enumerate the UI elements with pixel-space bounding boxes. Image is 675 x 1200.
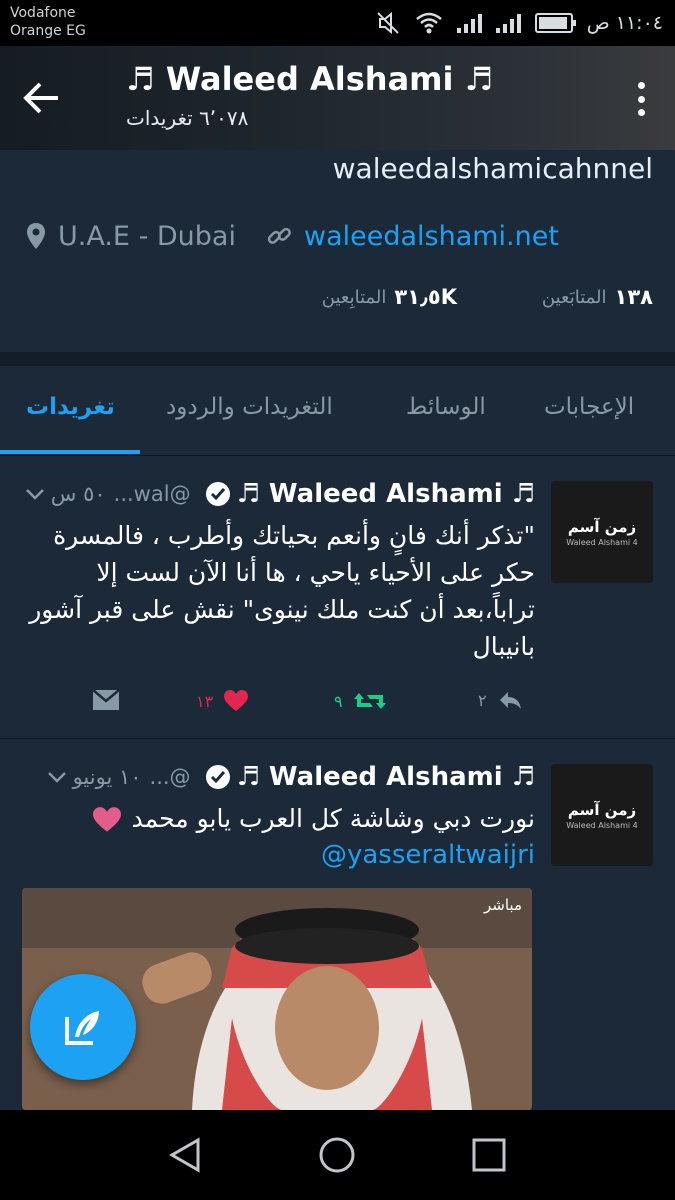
tweet-text-content: نورت دبي وشاشة كل العرب يابو محمد <box>131 804 535 833</box>
tweet-time: ١٠ يونيو <box>72 765 142 789</box>
signal-icon <box>495 13 521 33</box>
tweet-author-name[interactable]: ♬ Waleed Alshami ♬ <box>237 762 535 792</box>
profile-name-title: ♬ Waleed Alshami ♬ <box>126 60 494 98</box>
system-navigation-bar <box>0 1110 675 1200</box>
clock: ١١:٠٤ ص <box>586 12 663 34</box>
retweet-button[interactable]: ٩ <box>334 689 387 713</box>
nav-recents-icon[interactable] <box>470 1136 508 1174</box>
wifi-icon <box>415 12 442 34</box>
envelope-icon <box>92 689 120 710</box>
profile-details: U.A.E - Dubai waleedalshami.net <box>26 216 559 256</box>
tab-media[interactable]: الوسائط <box>406 394 486 420</box>
like-count: ١٣ <box>196 691 214 711</box>
carrier-label: Vodafone Orange EG <box>10 4 86 40</box>
reply-button[interactable]: ٢ <box>478 689 523 711</box>
verified-badge-icon <box>205 482 230 506</box>
mention-link[interactable]: @yasseraltwaijri <box>321 840 535 870</box>
carrier-line1: Vodafone <box>10 5 76 21</box>
followers-count: ٣١٫٥K <box>394 285 457 309</box>
tweet-text: نورت دبي وشاشة كل العرب يابو محمد <box>15 800 535 837</box>
reply-icon <box>499 692 521 709</box>
section-divider <box>0 352 675 366</box>
following-label: المتابَعين <box>541 286 607 308</box>
profile-tabs: تغريدات التغريدات والردود الوسائط الإعجا… <box>0 366 675 456</box>
like-button[interactable]: ١٣ <box>196 689 249 713</box>
following-count: ١٣٨ <box>614 285 653 309</box>
signal-icon <box>456 13 482 33</box>
retweet-icon <box>353 693 386 709</box>
battery-icon <box>534 13 576 33</box>
tab-tweets[interactable]: تغريدات <box>26 394 115 420</box>
tweet-time: ٥٠ س <box>50 482 106 506</box>
heart-icon <box>224 690 249 711</box>
tweet-author-name[interactable]: ♬ Waleed Alshami ♬ <box>237 479 535 509</box>
tweet-item[interactable]: زمن آسم Waleed Alshami 4 ♬ Waleed Alsham… <box>0 457 675 739</box>
back-arrow-icon <box>23 82 58 114</box>
tweet-text: "تذكر أنك فانٍ وأنعم بحياتك وأطرب ، فالم… <box>29 521 535 661</box>
compose-tweet-button[interactable] <box>30 974 136 1080</box>
retweet-count: ٩ <box>334 691 343 711</box>
followers-label: المتابِعين <box>321 286 387 308</box>
direct-message-button[interactable] <box>92 689 120 711</box>
heart-emoji-icon <box>92 807 121 832</box>
avatar[interactable]: زمن آسم Waleed Alshami 4 <box>551 481 653 583</box>
tweet-handle: @wal... <box>113 482 191 506</box>
tab-likes[interactable]: الإعجابات <box>544 394 634 420</box>
mute-icon <box>377 11 399 35</box>
chevron-down-icon[interactable] <box>47 770 67 784</box>
overflow-menu-button[interactable] <box>635 82 647 116</box>
carrier-line2: Orange EG <box>10 23 86 39</box>
link-icon <box>267 227 291 244</box>
nav-back-icon[interactable] <box>166 1136 204 1174</box>
live-badge: مباشر <box>484 896 522 914</box>
followers-stat[interactable]: ٣١٫٥K المتابِعين <box>322 282 457 312</box>
tweet-handle: @... <box>149 765 191 789</box>
tab-tweets-replies[interactable]: التغريدات والردود <box>166 394 333 420</box>
status-bar: Vodafone Orange EG ١١:٠٤ ص <box>0 0 675 46</box>
profile-bio: waleedalshamicahnnel <box>332 152 653 185</box>
nav-home-icon[interactable] <box>318 1136 356 1174</box>
following-stat[interactable]: ١٣٨ المتابَعين <box>542 282 653 312</box>
reply-count: ٢ <box>478 690 487 710</box>
tweet-header: ♬ Waleed Alshami ♬ @wal... ٥٠ س <box>25 477 535 511</box>
compose-feather-icon <box>65 1011 99 1045</box>
verified-badge-icon <box>205 765 230 789</box>
profile-website-link[interactable]: waleedalshami.net <box>304 221 559 252</box>
chevron-down-icon[interactable] <box>25 487 45 501</box>
location-pin-icon <box>27 223 45 249</box>
profile-toolbar: ♬ Waleed Alshami ♬ ٦٬٠٧٨ تغريدات <box>0 46 675 150</box>
tweet-count: ٦٬٠٧٨ تغريدات <box>126 106 249 130</box>
back-button[interactable] <box>18 76 66 120</box>
active-tab-indicator <box>0 450 140 454</box>
avatar[interactable]: زمن آسم Waleed Alshami 4 <box>551 764 653 866</box>
tweet-header: ♬ Waleed Alshami ♬ @... ١٠ يونيو <box>47 760 535 794</box>
profile-location: U.A.E - Dubai <box>58 220 236 252</box>
